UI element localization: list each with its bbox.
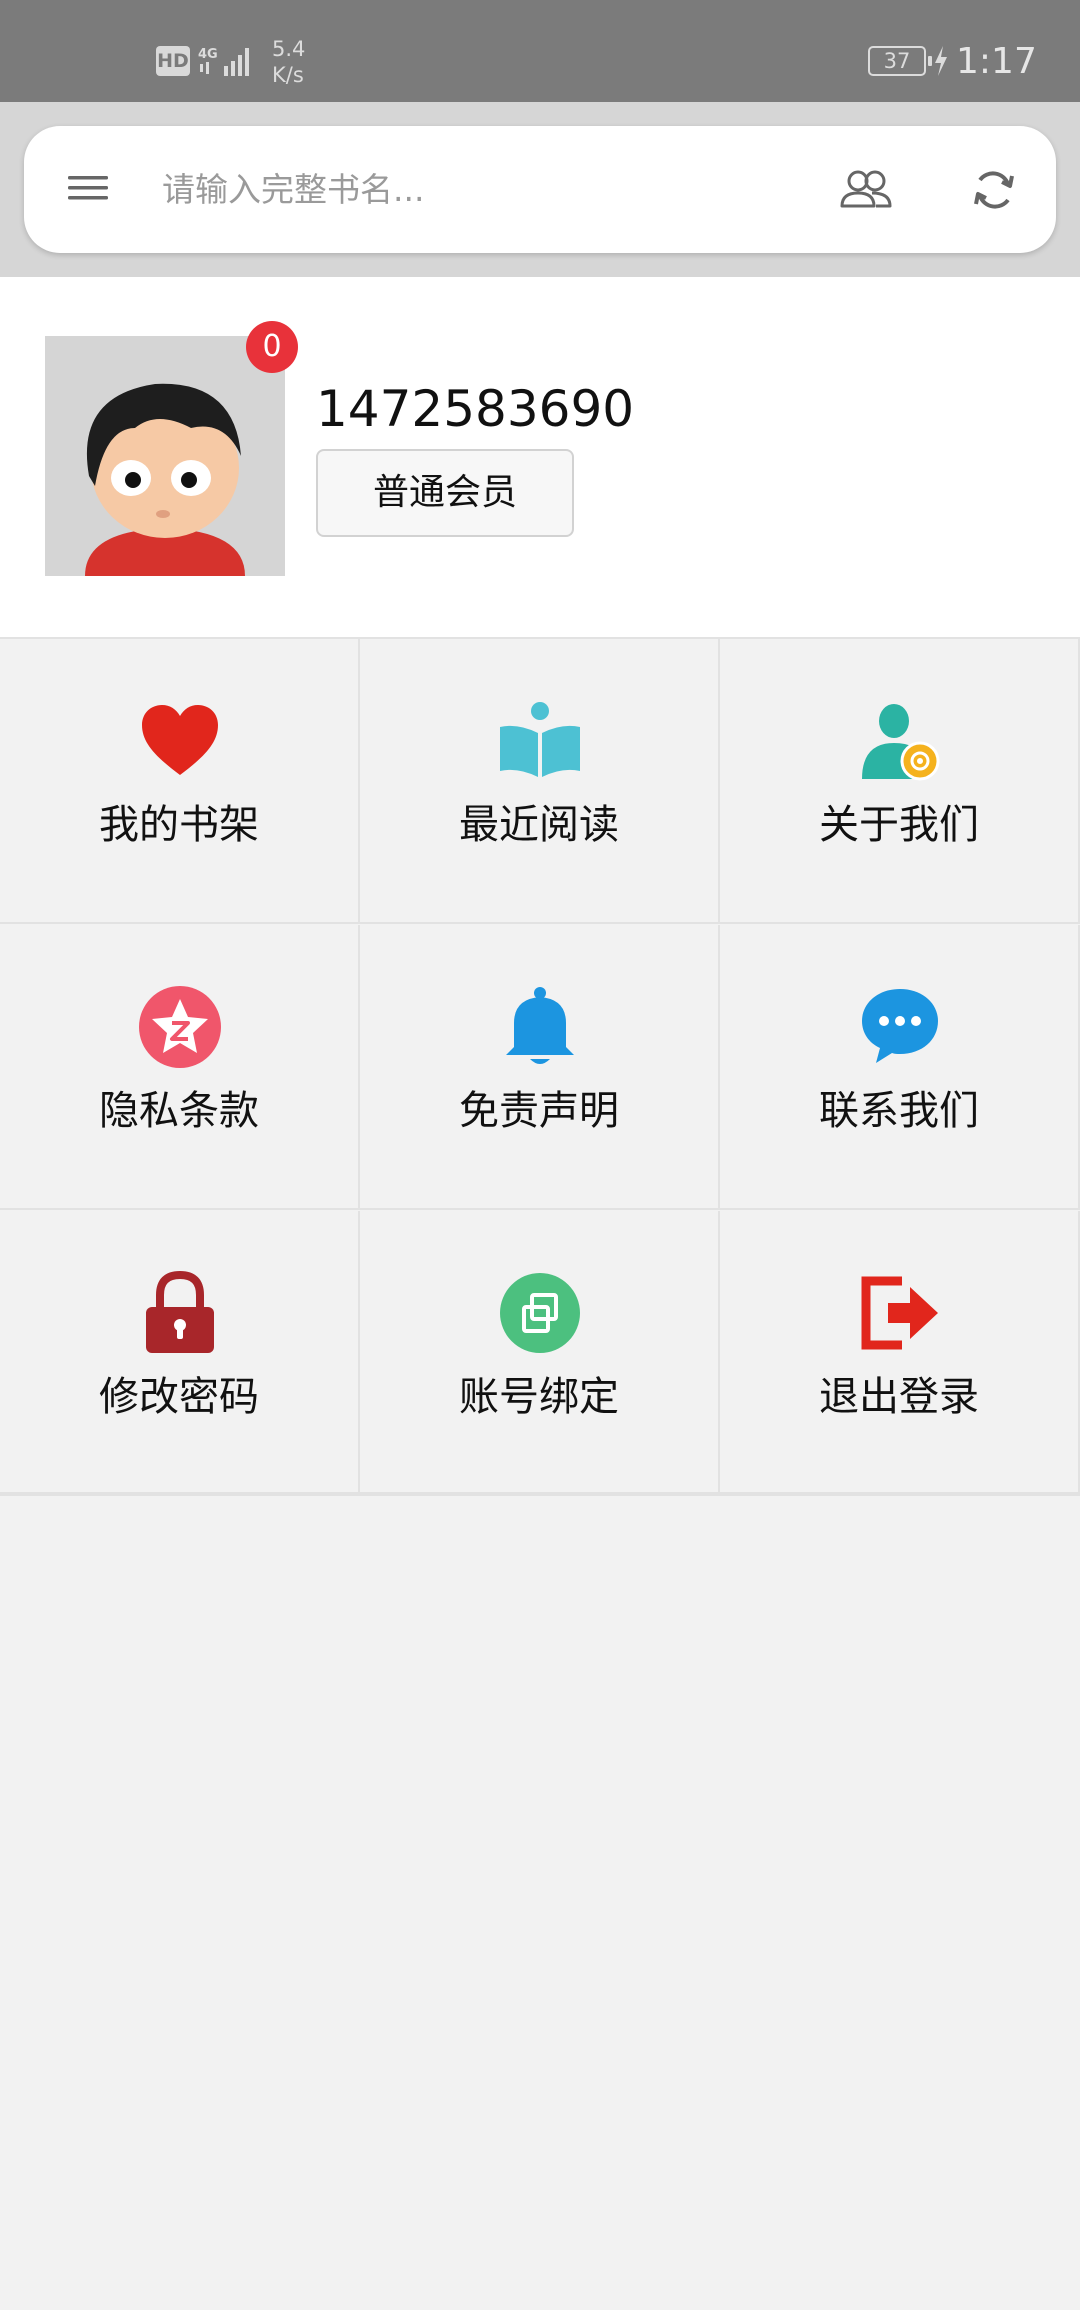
username: 1472583690 bbox=[316, 380, 635, 438]
menu-icon[interactable] bbox=[66, 166, 110, 210]
net-speed: 5.4 K/s bbox=[272, 37, 306, 87]
menu-grid: 我的书架 最近阅读 关于我们 隐私条款 免责声明 联系我们 修改密码 账号绑定 … bbox=[0, 637, 1080, 1496]
logout-icon bbox=[861, 1276, 938, 1350]
star-circle-icon bbox=[139, 986, 221, 1068]
link-account-icon bbox=[500, 1273, 580, 1353]
bell-icon bbox=[506, 987, 574, 1064]
users-icon[interactable] bbox=[838, 164, 894, 214]
profile-header: 0 1472583690 普通会员 bbox=[0, 277, 1080, 637]
menu-item-bookshelf[interactable]: 我的书架 bbox=[0, 639, 360, 924]
charging-icon bbox=[935, 46, 947, 76]
chat-bubble-icon bbox=[862, 989, 938, 1063]
menu-item-recent-reading[interactable]: 最近阅读 bbox=[360, 639, 720, 924]
menu-item-disclaimer[interactable]: 免责声明 bbox=[360, 925, 720, 1210]
signal-icon: 4G bbox=[198, 47, 249, 76]
user-settings-icon bbox=[862, 704, 940, 781]
open-book-icon bbox=[500, 702, 580, 777]
menu-item-account-binding[interactable]: 账号绑定 bbox=[360, 1211, 720, 1496]
menu-item-change-password[interactable]: 修改密码 bbox=[0, 1211, 360, 1496]
menu-item-about-us[interactable]: 关于我们 bbox=[720, 639, 1080, 924]
hd-indicator: HD bbox=[156, 46, 190, 76]
sync-icon[interactable] bbox=[968, 164, 1020, 216]
menu-item-logout[interactable]: 退出登录 bbox=[720, 1211, 1080, 1496]
avatar[interactable] bbox=[45, 336, 285, 576]
menu-item-contact-us[interactable]: 联系我们 bbox=[720, 925, 1080, 1210]
svg-text:4G: 4G bbox=[198, 47, 218, 62]
clock: 1:17 bbox=[956, 41, 1037, 82]
member-level-button[interactable]: 普通会员 bbox=[316, 449, 574, 537]
notification-badge: 0 bbox=[246, 321, 298, 373]
search-bar bbox=[24, 126, 1056, 253]
top-bar bbox=[0, 102, 1080, 277]
status-bar: HD 4G 5.4 K/s 37 1:17 bbox=[0, 0, 1080, 102]
menu-item-privacy[interactable]: 隐私条款 bbox=[0, 925, 360, 1210]
search-input[interactable] bbox=[160, 156, 800, 222]
heart-icon bbox=[142, 705, 218, 775]
lock-icon bbox=[146, 1271, 214, 1353]
battery-indicator: 37 bbox=[868, 46, 932, 76]
